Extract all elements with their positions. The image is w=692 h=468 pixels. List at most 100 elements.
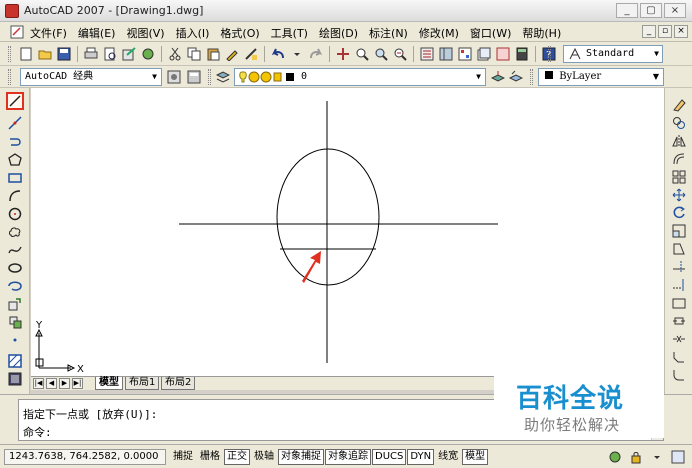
toolbar-grip[interactable] xyxy=(208,69,211,85)
copy-icon[interactable] xyxy=(186,46,202,62)
menu-window[interactable]: 窗口(W) xyxy=(470,25,511,41)
menu-format[interactable]: 格式(O) xyxy=(220,25,259,41)
offset-icon[interactable] xyxy=(670,150,688,168)
command-input-line[interactable]: 命令: xyxy=(23,424,52,440)
dyn-toggle[interactable]: DYN xyxy=(407,449,435,465)
fillet-icon[interactable] xyxy=(670,366,688,384)
extend-icon[interactable] xyxy=(670,276,688,294)
previous-tab-button[interactable]: ◀ xyxy=(46,378,57,389)
menu-file[interactable]: 文件(F) xyxy=(30,25,67,41)
line-tool-icon[interactable] xyxy=(6,92,24,110)
make-block-icon[interactable] xyxy=(6,313,24,331)
toolbar-grip[interactable] xyxy=(8,69,11,85)
break-at-point-icon[interactable] xyxy=(670,294,688,312)
menu-edit[interactable]: 编辑(E) xyxy=(78,25,116,41)
document-restore-button[interactable]: ▫ xyxy=(658,25,672,38)
match-properties-icon[interactable] xyxy=(224,46,240,62)
menu-help[interactable]: 帮助(H) xyxy=(522,25,561,41)
ducs-toggle[interactable]: DUCS xyxy=(372,449,407,465)
zoom-previous-icon[interactable] xyxy=(392,46,408,62)
layer-previous-icon[interactable] xyxy=(508,69,524,85)
mirror-icon[interactable] xyxy=(670,132,688,150)
revision-cloud-icon[interactable] xyxy=(6,223,24,241)
stretch-icon[interactable] xyxy=(670,240,688,258)
lineweight-toggle[interactable]: 线宽 xyxy=(435,449,461,465)
save-workspace-icon[interactable] xyxy=(186,69,202,85)
ellipse-arc-icon[interactable] xyxy=(6,277,24,295)
paste-icon[interactable] xyxy=(205,46,221,62)
polygon-icon[interactable] xyxy=(6,151,24,169)
block-editor-icon[interactable] xyxy=(243,46,259,62)
layer-manager-icon[interactable] xyxy=(215,69,231,85)
break-icon[interactable] xyxy=(670,312,688,330)
array-icon[interactable] xyxy=(670,168,688,186)
close-button[interactable]: × xyxy=(664,3,686,18)
rectangle-icon[interactable] xyxy=(6,169,24,187)
copy-object-icon[interactable] xyxy=(670,114,688,132)
tab-layout1[interactable]: 布局1 xyxy=(125,377,160,390)
move-icon[interactable] xyxy=(670,186,688,204)
ortho-toggle[interactable]: 正交 xyxy=(224,449,250,465)
zoom-realtime-icon[interactable] xyxy=(354,46,370,62)
lock-icon[interactable] xyxy=(628,449,644,465)
trim-icon[interactable] xyxy=(670,258,688,276)
menu-view[interactable]: 视图(V) xyxy=(126,25,164,41)
construction-line-icon[interactable] xyxy=(6,114,24,132)
cut-icon[interactable] xyxy=(167,46,183,62)
tab-model[interactable]: 模型 xyxy=(95,377,123,390)
gradient-icon[interactable] xyxy=(6,370,24,388)
status-menu-chevron-icon[interactable] xyxy=(649,449,665,465)
arc-icon[interactable] xyxy=(6,187,24,205)
spline-icon[interactable] xyxy=(6,241,24,259)
insert-block-icon[interactable] xyxy=(6,295,24,313)
document-close-button[interactable]: × xyxy=(674,25,688,38)
coordinate-readout[interactable]: 1243.7638, 764.2582, 0.0000 xyxy=(4,449,166,465)
publish-icon[interactable] xyxy=(121,46,137,62)
markup-set-manager-icon[interactable] xyxy=(495,46,511,62)
ellipse-shape[interactable] xyxy=(276,148,380,286)
model-toggle[interactable]: 模型 xyxy=(462,449,489,465)
drawing-canvas[interactable]: Y X xyxy=(31,88,664,376)
undo-dropdown-icon[interactable] xyxy=(289,46,305,62)
make-object-layer-current-icon[interactable] xyxy=(490,69,506,85)
toolbar-grip[interactable] xyxy=(8,46,11,62)
zoom-window-icon[interactable] xyxy=(373,46,389,62)
last-tab-button[interactable]: ▶| xyxy=(72,378,83,389)
point-icon[interactable] xyxy=(6,331,24,349)
scale-icon[interactable] xyxy=(670,222,688,240)
properties-icon[interactable] xyxy=(419,46,435,62)
workspace-combo[interactable]: AutoCAD 经典 ▼ xyxy=(20,68,162,86)
maximize-button[interactable]: ▢ xyxy=(640,3,662,18)
minimize-button[interactable]: _ xyxy=(616,3,638,18)
layer-combo[interactable]: 0 ▼ xyxy=(234,68,486,86)
menu-insert[interactable]: 插入(I) xyxy=(176,25,210,41)
quickcalc-icon[interactable] xyxy=(514,46,530,62)
snap-toggle[interactable]: 捕捉 xyxy=(170,449,196,465)
menu-dimension[interactable]: 标注(N) xyxy=(369,25,408,41)
menu-draw[interactable]: 绘图(D) xyxy=(319,25,358,41)
3d-dwf-icon[interactable] xyxy=(140,46,156,62)
osnap-toggle[interactable]: 对象捕捉 xyxy=(278,449,324,465)
erase-icon[interactable] xyxy=(670,96,688,114)
polar-toggle[interactable]: 极轴 xyxy=(251,449,277,465)
undo-icon[interactable] xyxy=(270,46,286,62)
rotate-icon[interactable] xyxy=(670,204,688,222)
design-center-icon[interactable] xyxy=(438,46,454,62)
open-file-icon[interactable] xyxy=(37,46,53,62)
workspace-settings-icon[interactable] xyxy=(166,69,182,85)
circle-icon[interactable] xyxy=(6,205,24,223)
plot-preview-icon[interactable] xyxy=(102,46,118,62)
otrack-toggle[interactable]: 对象追踪 xyxy=(325,449,371,465)
save-icon[interactable] xyxy=(56,46,72,62)
sheet-set-manager-icon[interactable] xyxy=(476,46,492,62)
first-tab-button[interactable]: |◀ xyxy=(33,378,44,389)
redo-icon[interactable] xyxy=(308,46,324,62)
pan-realtime-icon[interactable] xyxy=(335,46,351,62)
grid-toggle[interactable]: 栅格 xyxy=(197,449,223,465)
print-icon[interactable] xyxy=(83,46,99,62)
menu-tools[interactable]: 工具(T) xyxy=(271,25,308,41)
menu-modify[interactable]: 修改(M) xyxy=(419,25,459,41)
chamfer-icon[interactable] xyxy=(670,348,688,366)
tab-layout2[interactable]: 布局2 xyxy=(161,377,196,390)
communication-center-icon[interactable] xyxy=(607,449,623,465)
